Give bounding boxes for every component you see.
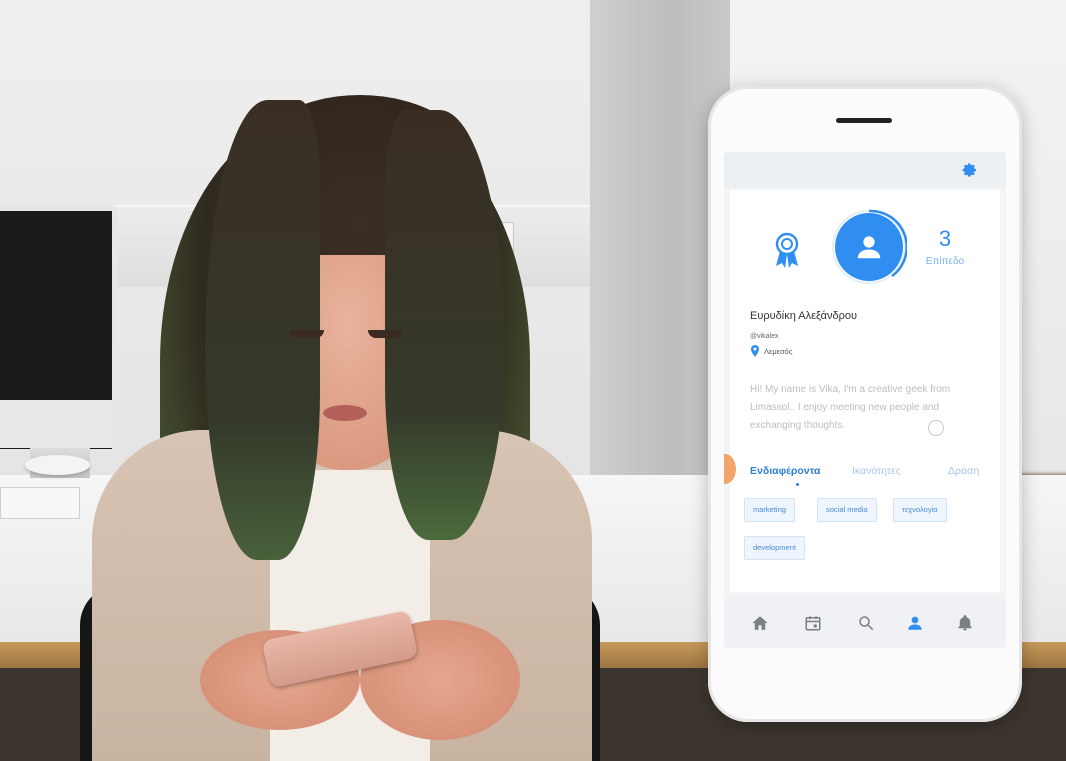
monitor-chin xyxy=(0,400,112,448)
user-icon xyxy=(857,236,881,259)
person-mouth xyxy=(323,405,367,421)
profile-icon[interactable] xyxy=(906,614,924,632)
profile-location: Λεμεσός xyxy=(764,347,793,356)
interest-chip[interactable]: τεχνολογία xyxy=(893,498,947,522)
profile-bio: Hi! My name is Vika, I'm a creative geek… xyxy=(750,384,951,431)
avatar[interactable] xyxy=(835,213,903,281)
location-pin-icon xyxy=(751,345,759,357)
person-eye xyxy=(368,330,402,338)
keyboard xyxy=(0,487,80,519)
tab-interests[interactable]: Ενδιαφέροντα xyxy=(750,465,820,477)
calendar-icon[interactable] xyxy=(804,614,822,632)
interest-chip[interactable]: social media xyxy=(817,498,877,522)
tab-skills[interactable]: Ικανότητες xyxy=(852,465,901,477)
mouse xyxy=(25,455,90,475)
level-value: 3 xyxy=(938,226,952,251)
interest-chip[interactable]: marketing xyxy=(744,498,795,522)
gear-icon[interactable] xyxy=(962,162,978,178)
app-screen: 3 Επίπεδο Ευρυδίκη Αλεξάνδρου @vikalex Λ… xyxy=(724,152,1006,648)
search-icon[interactable] xyxy=(857,614,875,632)
award-badge-icon[interactable] xyxy=(772,232,802,270)
level-label: Επίπεδο xyxy=(925,256,965,267)
phone-mockup: 3 Επίπεδο Ευρυδίκη Αλεξάνδρου @vikalex Λ… xyxy=(708,86,1022,722)
bottom-navigation xyxy=(724,598,1006,648)
bell-icon[interactable] xyxy=(956,614,974,632)
profile-handle: @vikalex xyxy=(750,333,779,340)
active-tab-indicator xyxy=(796,483,799,486)
top-bar xyxy=(724,152,1006,188)
interest-chip[interactable]: development xyxy=(744,536,805,560)
person-eye xyxy=(290,330,324,338)
home-icon[interactable] xyxy=(751,614,769,632)
profile-tabs: Ενδιαφέροντα Ικανότητες Δράση xyxy=(730,465,1000,489)
loading-indicator xyxy=(928,420,944,436)
profile-card: 3 Επίπεδο Ευρυδίκη Αλεξάνδρου @vikalex Λ… xyxy=(724,190,1000,592)
profile-name: Ευρυδίκη Αλεξάνδρου xyxy=(750,310,858,322)
phone-speaker xyxy=(836,118,892,123)
tab-activity[interactable]: Δράση xyxy=(948,465,979,477)
